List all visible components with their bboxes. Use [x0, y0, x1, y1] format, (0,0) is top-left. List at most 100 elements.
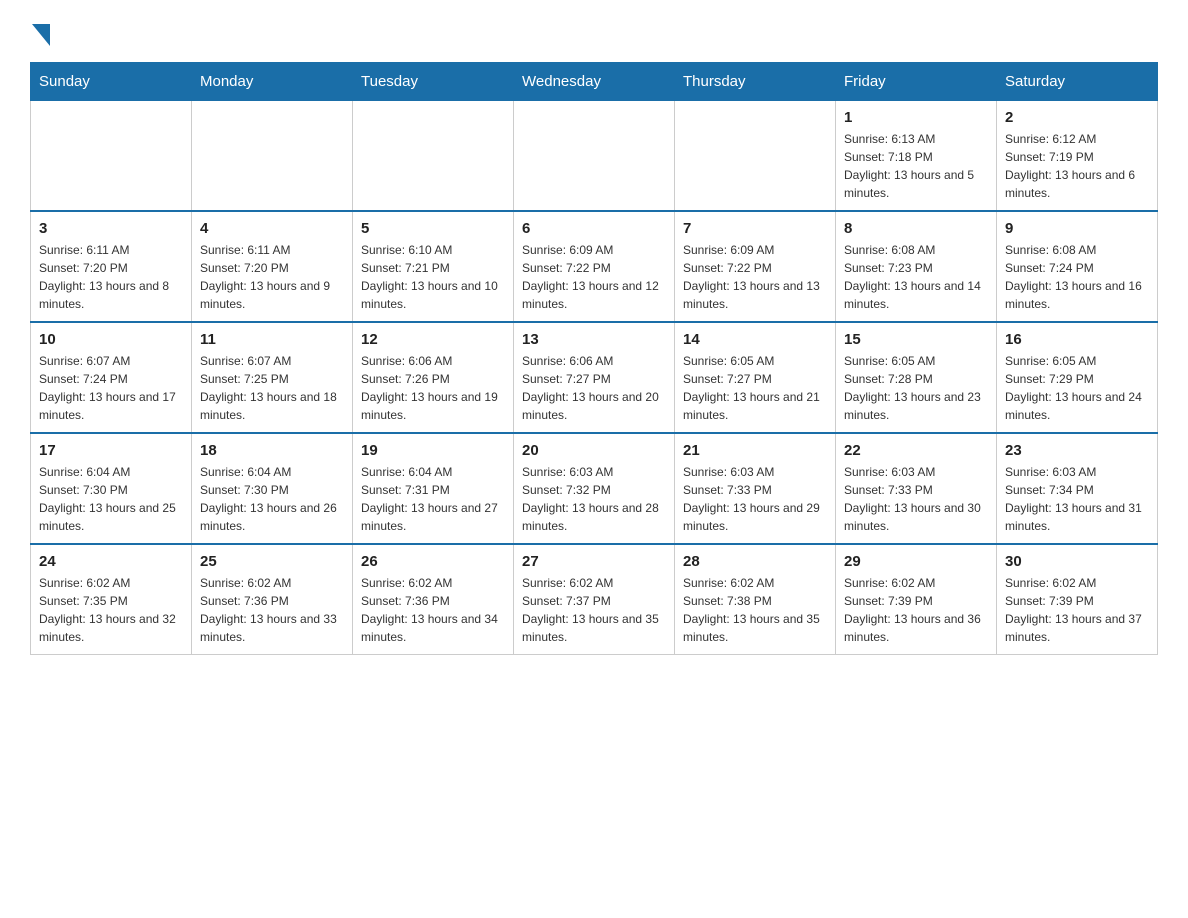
day-info: Sunrise: 6:03 AMSunset: 7:33 PMDaylight:…	[844, 463, 988, 535]
calendar-cell	[192, 101, 353, 212]
day-number: 15	[844, 331, 988, 348]
day-info: Sunrise: 6:09 AMSunset: 7:22 PMDaylight:…	[522, 241, 666, 313]
day-info: Sunrise: 6:07 AMSunset: 7:24 PMDaylight:…	[39, 352, 183, 424]
day-info: Sunrise: 6:02 AMSunset: 7:38 PMDaylight:…	[683, 574, 827, 646]
day-number: 23	[1005, 442, 1149, 459]
day-info: Sunrise: 6:04 AMSunset: 7:31 PMDaylight:…	[361, 463, 505, 535]
calendar-cell: 27 Sunrise: 6:02 AMSunset: 7:37 PMDayligh…	[514, 544, 675, 655]
day-info: Sunrise: 6:05 AMSunset: 7:27 PMDaylight:…	[683, 352, 827, 424]
week-row-5: 24Sunrise: 6:02 AMSunset: 7:35 PMDayligh…	[31, 544, 1158, 655]
calendar-cell: 5 Sunrise: 6:10 AMSunset: 7:21 PMDaylight…	[353, 211, 514, 322]
calendar-cell: 13 Sunrise: 6:06 AMSunset: 7:27 PMDayligh…	[514, 322, 675, 433]
day-number: 7	[683, 220, 827, 237]
week-row-4: 17 Sunrise: 6:04 AMSunset: 7:30 PMDayligh…	[31, 433, 1158, 544]
day-info: Sunrise: 6:12 AMSunset: 7:19 PMDaylight:…	[1005, 130, 1149, 202]
day-number: 2	[1005, 109, 1149, 126]
weekday-header-wednesday: Wednesday	[514, 63, 675, 101]
calendar-cell	[353, 101, 514, 212]
calendar-table: SundayMondayTuesdayWednesdayThursdayFrid…	[30, 62, 1158, 655]
weekday-header-row: SundayMondayTuesdayWednesdayThursdayFrid…	[31, 63, 1158, 101]
day-number: 14	[683, 331, 827, 348]
day-number: 5	[361, 220, 505, 237]
calendar-cell: 25 Sunrise: 6:02 AMSunset: 7:36 PMDayligh…	[192, 544, 353, 655]
day-number: 29	[844, 553, 988, 570]
week-row-3: 10 Sunrise: 6:07 AMSunset: 7:24 PMDayligh…	[31, 322, 1158, 433]
page-header	[30, 20, 1158, 42]
calendar-cell: 12 Sunrise: 6:06 AMSunset: 7:26 PMDayligh…	[353, 322, 514, 433]
week-row-2: 3 Sunrise: 6:11 AMSunset: 7:20 PMDaylight…	[31, 211, 1158, 322]
calendar-cell: 16 Sunrise: 6:05 AMSunset: 7:29 PMDayligh…	[997, 322, 1158, 433]
day-info: Sunrise: 6:02 AMSunset: 7:35 PMDaylight:…	[39, 574, 183, 646]
calendar-cell: 9 Sunrise: 6:08 AMSunset: 7:24 PMDaylight…	[997, 211, 1158, 322]
day-info: Sunrise: 6:02 AMSunset: 7:36 PMDaylight:…	[361, 574, 505, 646]
day-number: 30	[1005, 553, 1149, 570]
day-number: 10	[39, 331, 183, 348]
calendar-cell: 1Sunrise: 6:13 AMSunset: 7:18 PMDaylight…	[836, 101, 997, 212]
day-number: 9	[1005, 220, 1149, 237]
day-info: Sunrise: 6:03 AMSunset: 7:32 PMDaylight:…	[522, 463, 666, 535]
calendar-cell: 18 Sunrise: 6:04 AMSunset: 7:30 PMDayligh…	[192, 433, 353, 544]
day-number: 13	[522, 331, 666, 348]
calendar-cell: 30 Sunrise: 6:02 AMSunset: 7:39 PMDayligh…	[997, 544, 1158, 655]
logo-arrow-icon	[32, 24, 50, 46]
calendar-cell	[675, 101, 836, 212]
calendar-cell	[31, 101, 192, 212]
day-number: 21	[683, 442, 827, 459]
day-number: 22	[844, 442, 988, 459]
day-info: Sunrise: 6:03 AMSunset: 7:34 PMDaylight:…	[1005, 463, 1149, 535]
day-number: 17	[39, 442, 183, 459]
day-info: Sunrise: 6:06 AMSunset: 7:26 PMDaylight:…	[361, 352, 505, 424]
day-info: Sunrise: 6:02 AMSunset: 7:36 PMDaylight:…	[200, 574, 344, 646]
day-number: 27	[522, 553, 666, 570]
day-number: 12	[361, 331, 505, 348]
day-number: 6	[522, 220, 666, 237]
day-number: 11	[200, 331, 344, 348]
day-info: Sunrise: 6:10 AMSunset: 7:21 PMDaylight:…	[361, 241, 505, 313]
day-number: 8	[844, 220, 988, 237]
day-info: Sunrise: 6:07 AMSunset: 7:25 PMDaylight:…	[200, 352, 344, 424]
day-number: 16	[1005, 331, 1149, 348]
day-number: 19	[361, 442, 505, 459]
day-info: Sunrise: 6:05 AMSunset: 7:29 PMDaylight:…	[1005, 352, 1149, 424]
day-number: 3	[39, 220, 183, 237]
day-info: Sunrise: 6:04 AMSunset: 7:30 PMDaylight:…	[39, 463, 183, 535]
weekday-header-friday: Friday	[836, 63, 997, 101]
calendar-cell: 2 Sunrise: 6:12 AMSunset: 7:19 PMDaylight…	[997, 101, 1158, 212]
day-info: Sunrise: 6:11 AMSunset: 7:20 PMDaylight:…	[200, 241, 344, 313]
day-info: Sunrise: 6:02 AMSunset: 7:39 PMDaylight:…	[1005, 574, 1149, 646]
day-info: Sunrise: 6:08 AMSunset: 7:24 PMDaylight:…	[1005, 241, 1149, 313]
day-info: Sunrise: 6:08 AMSunset: 7:23 PMDaylight:…	[844, 241, 988, 313]
weekday-header-thursday: Thursday	[675, 63, 836, 101]
day-info: Sunrise: 6:05 AMSunset: 7:28 PMDaylight:…	[844, 352, 988, 424]
day-info: Sunrise: 6:02 AMSunset: 7:37 PMDaylight:…	[522, 574, 666, 646]
calendar-cell: 8 Sunrise: 6:08 AMSunset: 7:23 PMDaylight…	[836, 211, 997, 322]
day-info: Sunrise: 6:09 AMSunset: 7:22 PMDaylight:…	[683, 241, 827, 313]
day-info: Sunrise: 6:02 AMSunset: 7:39 PMDaylight:…	[844, 574, 988, 646]
day-number: 25	[200, 553, 344, 570]
calendar-cell: 3 Sunrise: 6:11 AMSunset: 7:20 PMDaylight…	[31, 211, 192, 322]
day-info: Sunrise: 6:06 AMSunset: 7:27 PMDaylight:…	[522, 352, 666, 424]
calendar-cell: 24Sunrise: 6:02 AMSunset: 7:35 PMDayligh…	[31, 544, 192, 655]
day-number: 28	[683, 553, 827, 570]
calendar-cell: 22 Sunrise: 6:03 AMSunset: 7:33 PMDayligh…	[836, 433, 997, 544]
day-info: Sunrise: 6:04 AMSunset: 7:30 PMDaylight:…	[200, 463, 344, 535]
calendar-cell: 19 Sunrise: 6:04 AMSunset: 7:31 PMDayligh…	[353, 433, 514, 544]
logo	[30, 20, 50, 42]
weekday-header-monday: Monday	[192, 63, 353, 101]
week-row-1: 1Sunrise: 6:13 AMSunset: 7:18 PMDaylight…	[31, 101, 1158, 212]
weekday-header-tuesday: Tuesday	[353, 63, 514, 101]
calendar-cell: 7 Sunrise: 6:09 AMSunset: 7:22 PMDaylight…	[675, 211, 836, 322]
calendar-cell: 26Sunrise: 6:02 AMSunset: 7:36 PMDayligh…	[353, 544, 514, 655]
day-info: Sunrise: 6:11 AMSunset: 7:20 PMDaylight:…	[39, 241, 183, 313]
day-number: 18	[200, 442, 344, 459]
calendar-cell	[514, 101, 675, 212]
day-info: Sunrise: 6:03 AMSunset: 7:33 PMDaylight:…	[683, 463, 827, 535]
calendar-cell: 15 Sunrise: 6:05 AMSunset: 7:28 PMDayligh…	[836, 322, 997, 433]
weekday-header-saturday: Saturday	[997, 63, 1158, 101]
calendar-cell: 10 Sunrise: 6:07 AMSunset: 7:24 PMDayligh…	[31, 322, 192, 433]
weekday-header-sunday: Sunday	[31, 63, 192, 101]
calendar-cell: 21 Sunrise: 6:03 AMSunset: 7:33 PMDayligh…	[675, 433, 836, 544]
calendar-cell: 4Sunrise: 6:11 AMSunset: 7:20 PMDaylight…	[192, 211, 353, 322]
calendar-cell: 20Sunrise: 6:03 AMSunset: 7:32 PMDayligh…	[514, 433, 675, 544]
calendar-cell: 6 Sunrise: 6:09 AMSunset: 7:22 PMDaylight…	[514, 211, 675, 322]
